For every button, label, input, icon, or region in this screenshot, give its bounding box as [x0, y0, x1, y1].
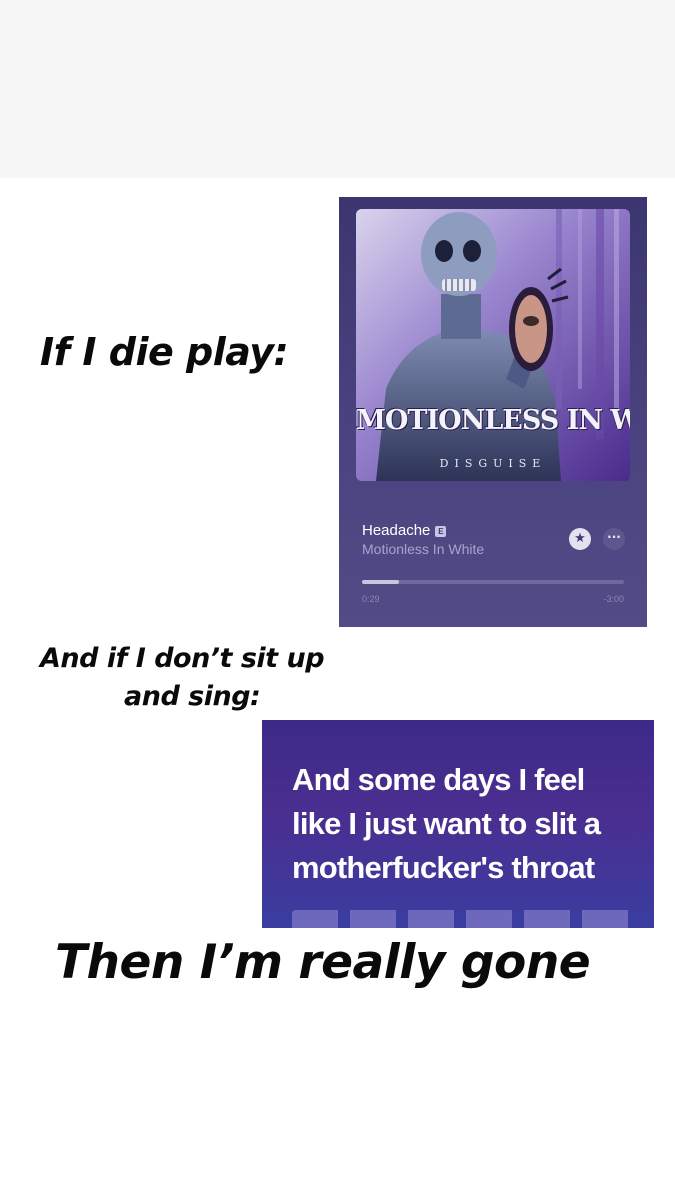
caption-sit-up-and-sing: And if I don’t sit up and sing:: [40, 640, 325, 716]
time-remaining: -3:00: [603, 594, 624, 604]
next-lyric-line-cut-off: [292, 910, 632, 928]
caption-if-i-die: If I die play:: [40, 330, 289, 374]
artist-name[interactable]: Motionless In White: [362, 541, 484, 557]
song-title-text: Headache: [362, 522, 431, 539]
band-logo: MOTIONLESS IN WHITE: [356, 405, 630, 436]
lyrics-line: like I just want to slit a: [292, 806, 601, 841]
favorite-button[interactable]: ★: [569, 528, 591, 550]
more-options-button[interactable]: ···: [603, 528, 625, 550]
caption-sit-up-line2: and sing:: [124, 681, 261, 712]
lyrics-panel: And some days I feel like I just want to…: [262, 720, 654, 928]
lyrics-line: motherfucker's throat: [292, 850, 595, 885]
lyrics-line: And some days I feel: [292, 762, 585, 797]
playback-progress-bar[interactable]: [362, 580, 624, 584]
song-title[interactable]: Headache E: [362, 522, 447, 539]
star-icon: ★: [574, 531, 586, 546]
album-cover-artwork: [356, 209, 630, 481]
playback-progress-fill: [362, 580, 399, 584]
top-blank-band: [0, 0, 675, 178]
album-cover[interactable]: MOTIONLESS IN WHITE DISGUISE: [356, 209, 630, 481]
caption-sit-up-line1: And if I don’t sit up: [40, 643, 325, 674]
time-elapsed: 0:29: [362, 594, 380, 604]
explicit-badge: E: [435, 526, 447, 537]
ellipsis-icon: ···: [607, 530, 621, 544]
music-player-card: MOTIONLESS IN WHITE DISGUISE Headache E M…: [339, 197, 647, 627]
album-title: DISGUISE: [439, 457, 547, 470]
caption-really-gone: Then I’m really gone: [55, 935, 591, 990]
